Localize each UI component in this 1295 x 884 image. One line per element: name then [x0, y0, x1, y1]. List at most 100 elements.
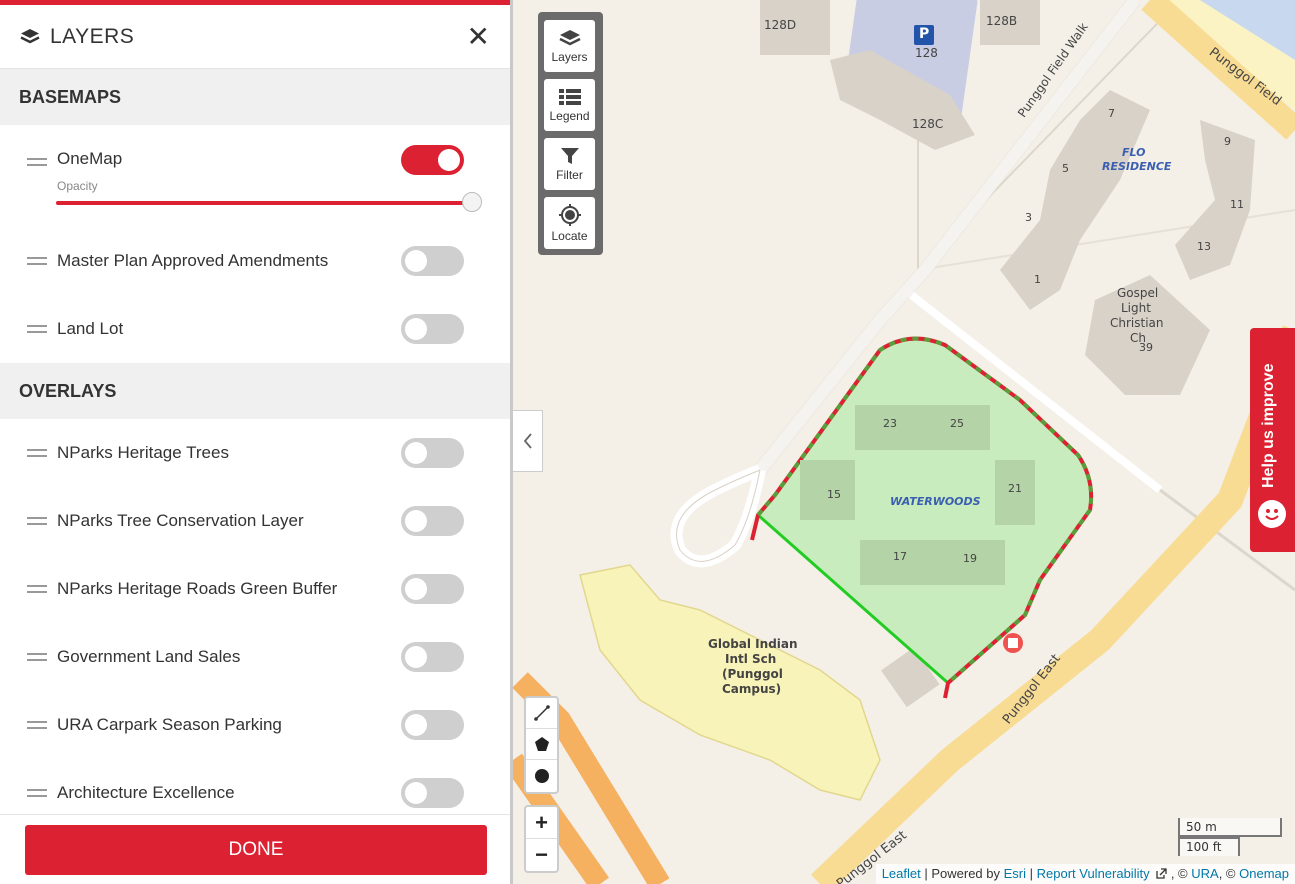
layer-toggle-land-lot[interactable]: [401, 314, 464, 344]
panel-title: LAYERS: [50, 24, 135, 48]
opacity-slider-thumb[interactable]: [462, 192, 482, 212]
map-label-9: 9: [1224, 135, 1231, 148]
onemap-link[interactable]: Onemap: [1239, 866, 1289, 881]
layer-label: Government Land Sales: [57, 647, 241, 666]
drag-handle-icon[interactable]: [27, 721, 47, 729]
map-label-128: 128: [915, 46, 938, 60]
polygon-icon: [534, 737, 549, 751]
toggle-knob: [438, 149, 460, 171]
map-label-128d: 128D: [764, 18, 797, 32]
scale-imperial: 100 ft: [1178, 837, 1240, 856]
zoom-in-button[interactable]: +: [526, 807, 557, 839]
panel-header: LAYERS ✕: [0, 5, 510, 69]
map-label-128b: 128B: [986, 14, 1018, 28]
layer-row-government-land-sales: Government Land Sales: [0, 623, 510, 691]
layer-label: Land Lot: [57, 319, 124, 338]
drag-handle-icon[interactable]: [27, 517, 47, 525]
draw-circle-button[interactable]: [526, 760, 557, 791]
layer-label: NParks Heritage Roads Green Buffer: [57, 579, 338, 598]
map-label-3: 3: [1025, 211, 1032, 224]
overlays-heading: OVERLAYS: [0, 363, 510, 419]
drag-handle-icon[interactable]: [27, 653, 47, 661]
layer-toggle-tree-conservation[interactable]: [401, 506, 464, 536]
locate-icon: [558, 203, 581, 226]
drag-handle-icon[interactable]: [27, 257, 47, 265]
map-label-school-3: (Punggol: [722, 667, 783, 681]
draw-line-button[interactable]: [526, 698, 557, 729]
scale-bar: 50 m 100 ft: [1178, 818, 1282, 856]
toggle-knob: [405, 442, 427, 464]
layer-label: Master Plan Approved Amendments: [57, 251, 329, 270]
map-attribution: Leaflet | Powered by Esri | Report Vulne…: [875, 864, 1295, 884]
filter-icon: [560, 147, 579, 164]
map-label-1: 1: [1034, 273, 1041, 286]
layer-label: NParks Heritage Trees: [57, 443, 229, 462]
layer-row-heritage-trees: NParks Heritage Trees: [0, 419, 510, 487]
toggle-knob: [405, 578, 427, 600]
scale-metric: 50 m: [1178, 818, 1282, 837]
map-label-11: 11: [1230, 198, 1244, 211]
drag-handle-icon[interactable]: [27, 585, 47, 593]
legend-button[interactable]: Legend: [544, 79, 595, 131]
opacity-slider[interactable]: [56, 192, 482, 212]
draw-polygon-button[interactable]: [526, 729, 557, 760]
filter-button-label: Filter: [556, 167, 583, 182]
locate-button[interactable]: Locate: [544, 197, 595, 249]
layer-toggle-master-plan[interactable]: [401, 246, 464, 276]
drag-handle-icon[interactable]: [27, 449, 47, 457]
attrib-sep: |: [1026, 866, 1037, 881]
map-label-flo: FLO: [1122, 146, 1146, 159]
list-icon: [558, 88, 581, 105]
help-us-improve-tab[interactable]: Help us improve: [1250, 328, 1295, 552]
legend-button-label: Legend: [549, 108, 590, 123]
layers-button[interactable]: Layers: [544, 20, 595, 72]
map-label-39: 39: [1139, 341, 1153, 354]
toggle-knob: [405, 782, 427, 804]
map-label-19: 19: [963, 552, 977, 565]
filter-button[interactable]: Filter: [544, 138, 595, 190]
layer-toggle-government-land-sales[interactable]: [401, 642, 464, 672]
toggle-knob: [405, 646, 427, 668]
chevron-left-icon: [523, 433, 532, 449]
locate-button-label: Locate: [551, 228, 588, 243]
drag-handle-icon[interactable]: [27, 325, 47, 333]
map-label-school-4: Campus): [722, 682, 782, 696]
toggle-knob: [405, 510, 427, 532]
zoom-out-button[interactable]: −: [526, 839, 557, 871]
collapse-panel-button[interactable]: [513, 410, 543, 472]
layer-toggle-onemap[interactable]: [401, 145, 464, 175]
map-label-church-2: Light: [1121, 301, 1151, 315]
done-button[interactable]: DONE: [25, 825, 487, 875]
map-label-residence: RESIDENCE: [1102, 160, 1172, 173]
drag-handle-icon[interactable]: [27, 789, 47, 797]
close-icon[interactable]: ✕: [467, 22, 490, 51]
map-label-128c: 128C: [912, 117, 944, 131]
drag-handle-icon[interactable]: [27, 158, 47, 166]
layer-label: OneMap: [57, 149, 123, 168]
report-vulnerability-link[interactable]: Report Vulnerability: [1037, 866, 1150, 881]
leaflet-link[interactable]: Leaflet: [882, 866, 921, 881]
map-label-7: 7: [1108, 107, 1115, 120]
parking-icon: P: [919, 26, 930, 42]
panel-footer: DONE: [0, 814, 510, 884]
layer-label: NParks Tree Conservation Layer: [57, 511, 304, 530]
layer-label: URA Carpark Season Parking: [57, 715, 282, 734]
external-link-icon: [1156, 868, 1167, 879]
toggle-knob: [405, 714, 427, 736]
toggle-knob: [405, 318, 427, 340]
map-label-waterwoods: WATERWOODS: [890, 495, 981, 508]
ura-link[interactable]: URA: [1191, 866, 1218, 881]
layers-icon: [558, 29, 581, 45]
basemaps-heading: BASEMAPS: [0, 69, 510, 125]
layer-row-carpark-season-parking: URA Carpark Season Parking: [0, 691, 510, 759]
layer-toggle-heritage-roads[interactable]: [401, 574, 464, 604]
attrib-copy-2: , ©: [1218, 866, 1240, 881]
layer-toggle-architecture-excellence[interactable]: [401, 778, 464, 808]
layer-row-tree-conservation: NParks Tree Conservation Layer: [0, 487, 510, 555]
map-toolbar: Layers Legend Filter Locate: [538, 12, 603, 255]
layer-toggle-carpark-season-parking[interactable]: [401, 710, 464, 740]
esri-link[interactable]: Esri: [1004, 866, 1026, 881]
layer-toggle-heritage-trees[interactable]: [401, 438, 464, 468]
map-label-church-3: Christian: [1110, 316, 1164, 330]
layer-row-onemap: OneMap Opacity: [0, 125, 510, 227]
